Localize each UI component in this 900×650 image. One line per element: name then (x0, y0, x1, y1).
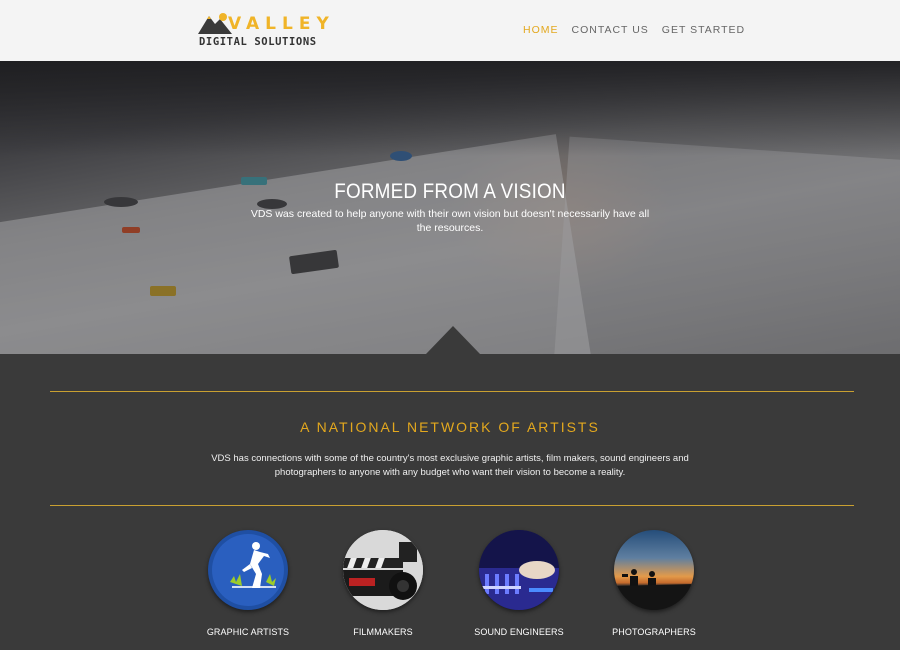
hero-banner: FORMED FROM A VISION VDS was created to … (0, 61, 900, 354)
section-title: A NATIONAL NETWORK OF ARTISTS (300, 419, 600, 435)
section-text: VDS has connections with some of the cou… (211, 453, 689, 478)
clapperboard-icon[interactable] (343, 530, 423, 610)
hero-notch (426, 326, 480, 354)
service-label: SOUND ENGINEERS (474, 627, 564, 637)
service-label: GRAPHIC ARTISTS (206, 627, 290, 637)
nav-contact-us[interactable]: CONTACT US (572, 24, 649, 37)
vds-logo[interactable]: VALLEY DIGITAL SOLUTIONS (198, 10, 329, 52)
photographer-silhouette-icon[interactable] (614, 530, 694, 610)
service-card-filmmakers: FILMMAKERS (328, 530, 438, 637)
hero-subtitle: VDS was created to help anyone with thei… (250, 208, 650, 234)
service-label: FILMMAKERS (353, 627, 413, 637)
logo-wordmark-bottom: DIGITAL SOLUTIONS (199, 36, 317, 48)
site-header: VALLEY DIGITAL SOLUTIONS HOME CONTACT US… (0, 0, 900, 61)
service-card-photographers: PHOTOGRAPHERS (599, 530, 709, 637)
nav-get-started[interactable]: GET STARTED (662, 24, 745, 37)
hero-title: FORMED FROM A VISION (334, 180, 566, 203)
divider-top (50, 391, 854, 392)
main-nav: HOME CONTACT US GET STARTED (523, 24, 745, 37)
graphic-artist-icon[interactable] (208, 530, 288, 610)
service-card-sound-engineers: SOUND ENGINEERS (464, 530, 574, 637)
mountain-logo-icon (198, 13, 232, 34)
logo-wordmark-top: VALLEY (228, 14, 335, 34)
service-card-graphic-artists: GRAPHIC ARTISTS (193, 530, 303, 637)
mixing-console-icon[interactable] (479, 530, 559, 610)
nav-home[interactable]: HOME (523, 24, 559, 37)
divider-bottom (50, 505, 854, 506)
service-label: PHOTOGRAPHERS (612, 627, 696, 637)
